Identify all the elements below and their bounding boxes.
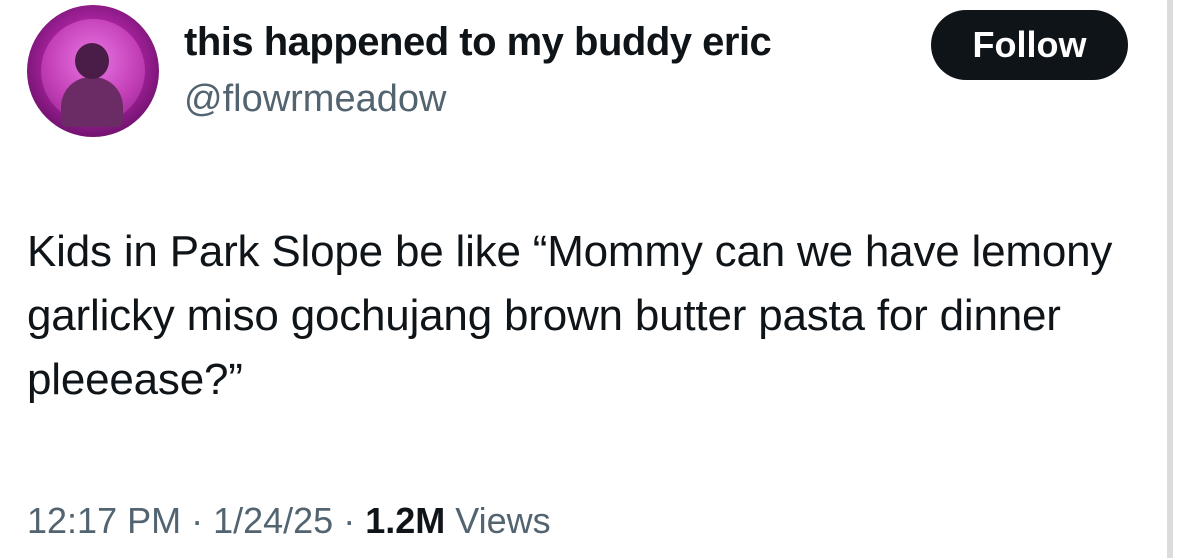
avatar-figure-head	[75, 43, 109, 79]
tweet-time[interactable]: 12:17 PM	[27, 500, 181, 541]
avatar[interactable]	[27, 5, 159, 137]
author-handle[interactable]: @flowrmeadow	[184, 78, 446, 121]
tweet-text: Kids in Park Slope be like “Mommy can we…	[27, 227, 1113, 404]
avatar-figure-body	[61, 77, 123, 127]
views-label: Views	[445, 500, 551, 541]
follow-button[interactable]: Follow	[931, 10, 1128, 80]
views-count[interactable]: 1.2M	[365, 500, 445, 541]
author-display-name[interactable]: this happened to my buddy eric	[184, 20, 772, 65]
tweet-date[interactable]: 1/24/25	[213, 500, 333, 541]
tweet-card: this happened to my buddy eric @flowrmea…	[0, 0, 1179, 558]
meta-separator: ·	[333, 500, 366, 541]
scrollbar[interactable]	[1167, 0, 1179, 558]
meta-separator: ·	[181, 500, 214, 541]
tweet-meta: 12:17 PM · 1/24/25 · 1.2M Views	[27, 500, 551, 542]
